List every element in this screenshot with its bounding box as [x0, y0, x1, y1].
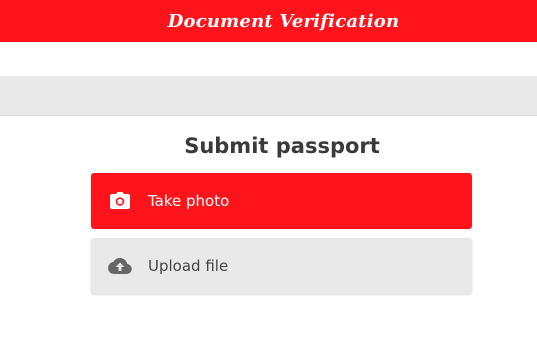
- take-photo-label: Take photo: [148, 192, 230, 210]
- take-photo-button[interactable]: Take photo: [91, 173, 472, 229]
- header-title: Document Verification: [167, 10, 400, 32]
- camera-icon: [108, 189, 132, 213]
- section-title: Submit passport: [184, 134, 380, 158]
- toolbar-strip: [0, 76, 537, 116]
- cloud-upload-icon: [108, 254, 132, 278]
- upload-file-button[interactable]: Upload file: [91, 238, 472, 294]
- upload-file-label: Upload file: [148, 257, 229, 275]
- app-header: Document Verification: [0, 0, 537, 42]
